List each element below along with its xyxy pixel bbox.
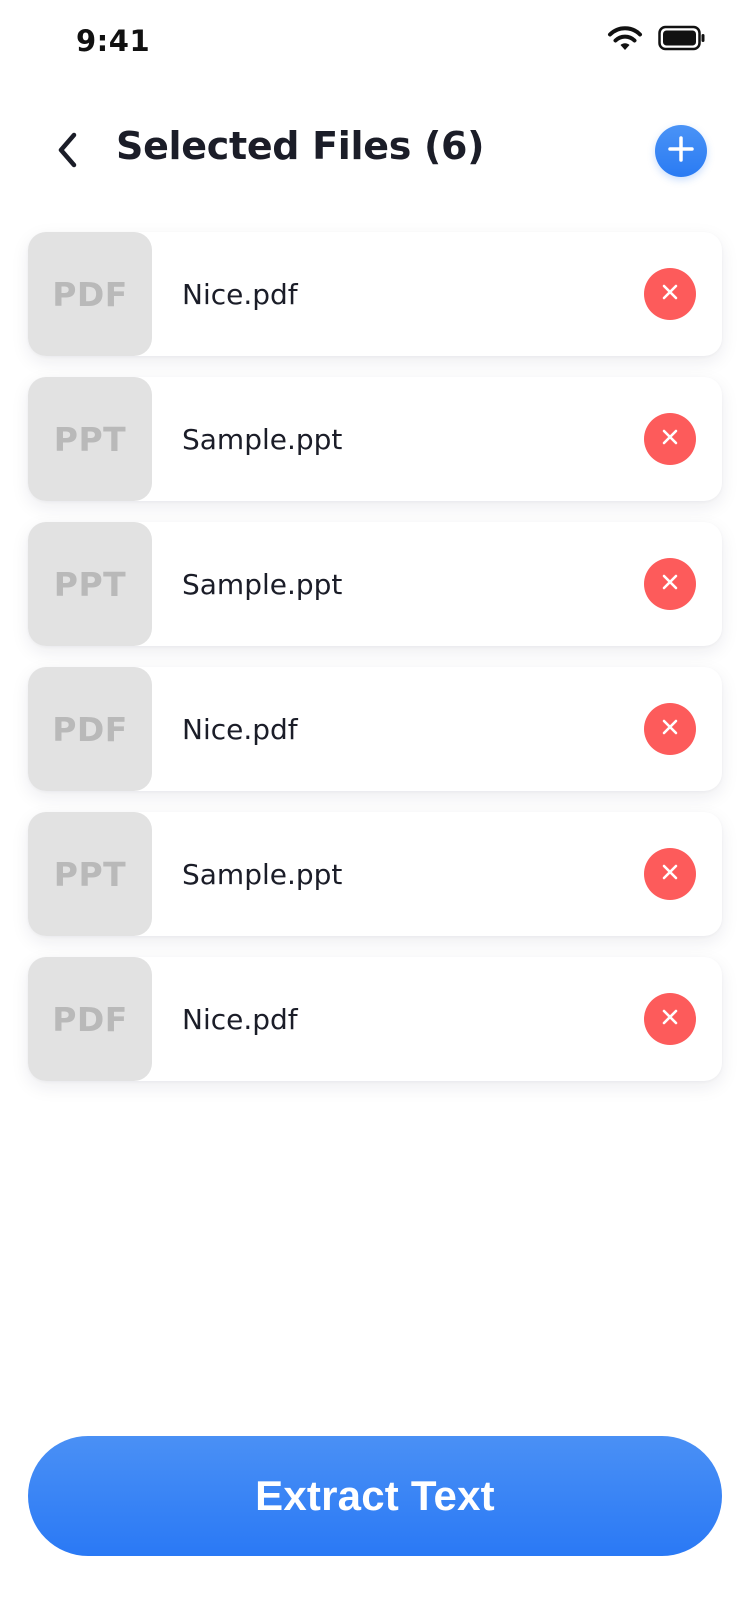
file-list: PDF Nice.pdf PPT Sample.ppt PPT Sample.p…: [28, 232, 722, 1102]
file-type-label: PPT: [53, 419, 127, 459]
remove-file-button[interactable]: [644, 558, 696, 610]
plus-icon: [668, 136, 694, 166]
back-button[interactable]: [44, 126, 92, 178]
file-thumbnail: PPT: [28, 377, 152, 501]
status-time: 9:41: [76, 24, 151, 58]
file-name: Sample.ppt: [182, 857, 343, 891]
close-icon: [660, 862, 680, 886]
remove-file-button[interactable]: [644, 993, 696, 1045]
close-icon: [660, 282, 680, 306]
extract-text-button[interactable]: Extract Text: [28, 1436, 722, 1556]
file-name: Sample.ppt: [182, 567, 343, 601]
remove-file-button[interactable]: [644, 413, 696, 465]
file-thumbnail: PDF: [28, 232, 152, 356]
chevron-left-icon: [54, 130, 82, 174]
status-icons: [606, 24, 706, 56]
file-item[interactable]: PDF Nice.pdf: [28, 957, 722, 1081]
remove-file-button[interactable]: [644, 268, 696, 320]
file-type-label: PDF: [52, 709, 128, 749]
screen: 9:41 Selected Files (6) PDF Nice.pdf PPT…: [0, 0, 750, 1624]
file-item[interactable]: PPT Sample.ppt: [28, 377, 722, 501]
file-type-label: PDF: [52, 274, 128, 314]
page-title: Selected Files (6): [116, 124, 485, 168]
battery-icon: [658, 25, 706, 55]
file-item[interactable]: PDF Nice.pdf: [28, 232, 722, 356]
file-name: Nice.pdf: [182, 1002, 298, 1036]
close-icon: [660, 572, 680, 596]
header: Selected Files (6): [0, 110, 750, 194]
close-icon: [660, 717, 680, 741]
remove-file-button[interactable]: [644, 848, 696, 900]
wifi-icon: [606, 24, 644, 56]
file-item[interactable]: PPT Sample.ppt: [28, 522, 722, 646]
file-item[interactable]: PDF Nice.pdf: [28, 667, 722, 791]
file-thumbnail: PDF: [28, 957, 152, 1081]
file-thumbnail: PDF: [28, 667, 152, 791]
close-icon: [660, 427, 680, 451]
file-name: Nice.pdf: [182, 712, 298, 746]
add-file-button[interactable]: [655, 125, 707, 177]
file-item[interactable]: PPT Sample.ppt: [28, 812, 722, 936]
file-thumbnail: PPT: [28, 522, 152, 646]
file-type-label: PPT: [53, 564, 127, 604]
file-name: Nice.pdf: [182, 277, 298, 311]
remove-file-button[interactable]: [644, 703, 696, 755]
file-name: Sample.ppt: [182, 422, 343, 456]
close-icon: [660, 1007, 680, 1031]
file-type-label: PPT: [53, 854, 127, 894]
extract-text-label: Extract Text: [255, 1472, 495, 1519]
file-type-label: PDF: [52, 999, 128, 1039]
file-thumbnail: PPT: [28, 812, 152, 936]
status-bar: 9:41: [0, 0, 750, 88]
